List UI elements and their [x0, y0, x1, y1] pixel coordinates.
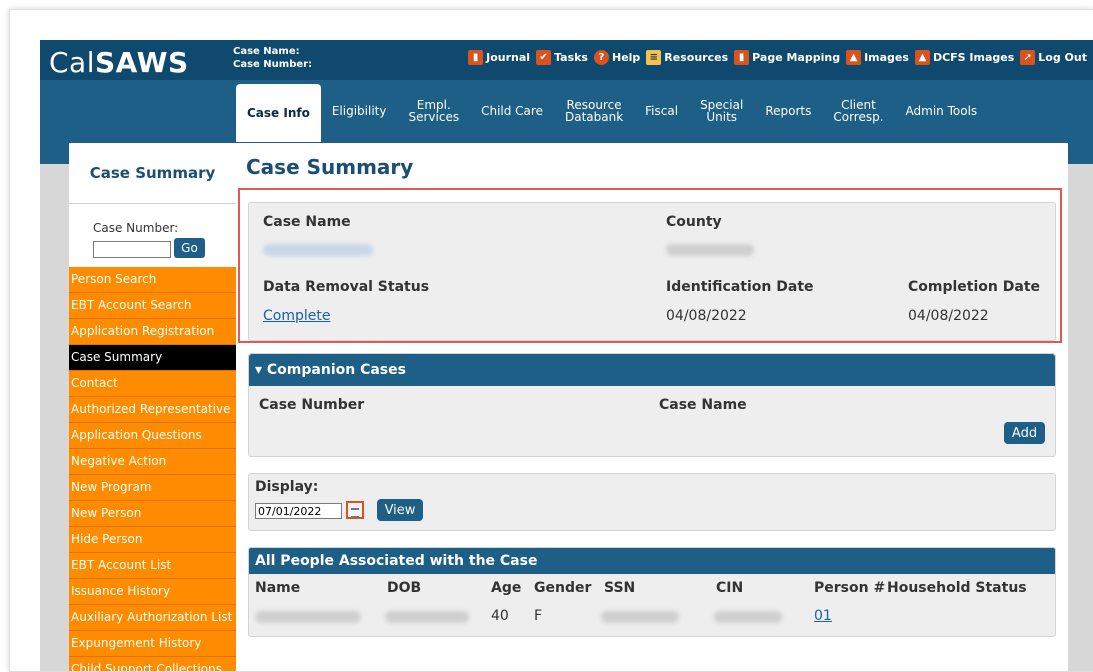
people-panel: All People Associated with the Case Name… — [248, 547, 1056, 637]
col-gender: Gender — [534, 580, 592, 596]
tab-resource-databank[interactable]: Resource Databank — [554, 80, 634, 142]
sidebar-item-person-search[interactable]: Person Search — [69, 267, 236, 293]
sidebar-item-case-summary[interactable]: Case Summary — [69, 345, 236, 371]
sidebar-item-new-person[interactable]: New Person — [69, 501, 236, 527]
sidebar-item-auxiliary-authorization-list[interactable]: Auxiliary Authorization List — [69, 605, 236, 631]
col-cin: CIN — [716, 580, 744, 596]
page-mapping-icon: ▮ — [734, 50, 750, 65]
resources-icon: ≡ — [646, 50, 662, 65]
person-age: 40 — [491, 608, 509, 624]
display-date-input[interactable]: 07/01/2022 — [255, 503, 342, 519]
sidebar-item-ebt-account-list[interactable]: EBT Account List — [69, 553, 236, 579]
sidebar-item-authorized-representative[interactable]: Authorized Representative — [69, 397, 236, 423]
person-dob-redacted — [385, 611, 469, 623]
companion-cases-header[interactable]: ▾ Companion Cases — [249, 354, 1055, 386]
col-household-status: Household Status — [887, 580, 1027, 596]
help-link[interactable]: ? Help — [593, 50, 640, 65]
col-person-number: Person # — [814, 580, 886, 596]
dcfs-images-link[interactable]: ▲ DCFS Images — [914, 50, 1014, 65]
display-label: Display: — [255, 479, 319, 495]
sidebar-item-expungement-history[interactable]: Expungement History — [69, 631, 236, 657]
person-number-link[interactable]: 01 — [814, 608, 832, 624]
case-name-label: Case Name: — [233, 46, 300, 57]
screenshot-frame: CalSAWS Case Name: Case Number: ▮ Journal… — [9, 9, 1093, 672]
main-content: Case Summary Case Name County Data Remov… — [236, 143, 1068, 671]
sidebar-item-ebt-account-search[interactable]: EBT Account Search — [69, 293, 236, 319]
col-dob: DOB — [387, 580, 422, 596]
top-bar: CalSAWS Case Name: Case Number: ▮ Journal… — [40, 40, 1093, 80]
left-panel: Case Summary Case Number: Go Person Sear… — [69, 143, 236, 671]
resources-link[interactable]: ≡ Resources — [646, 50, 728, 65]
calsaws-logo: CalSAWS — [49, 46, 189, 79]
case-meta: Case Name: Case Number: — [233, 45, 312, 71]
sidebar-item-hide-person[interactable]: Hide Person — [69, 527, 236, 553]
col-name: Name — [255, 580, 301, 596]
tasks-link[interactable]: ✔ Tasks — [536, 50, 588, 65]
add-button[interactable]: Add — [1004, 422, 1045, 444]
case-number-input[interactable] — [93, 241, 171, 258]
tab-admin-tools[interactable]: Admin Tools — [895, 80, 989, 142]
top-links: ▮ Journal ✔ Tasks ? Help ≡ Resources ▮ Page M… — [468, 50, 1087, 65]
page-title: Case Summary — [246, 155, 414, 179]
tab-reports[interactable]: Reports — [754, 80, 822, 142]
page-mapping-link[interactable]: ▮ Page Mapping — [734, 50, 840, 65]
tab-client-corresp[interactable]: Client Corresp. — [822, 80, 894, 142]
images-icon: ▲ — [846, 50, 862, 65]
sidebar-item-negative-action[interactable]: Negative Action — [69, 449, 236, 475]
sidebar-item-application-questions[interactable]: Application Questions — [69, 423, 236, 449]
sidebar-item-new-program[interactable]: New Program — [69, 475, 236, 501]
display-panel: Display: 07/01/2022 View — [248, 473, 1056, 531]
case-number-label: Case Number: — [233, 59, 313, 70]
people-header: All People Associated with the Case — [249, 548, 1055, 574]
go-button[interactable]: Go — [174, 238, 205, 258]
sidebar-item-application-registration[interactable]: Application Registration — [69, 319, 236, 345]
tab-case-info[interactable]: Case Info — [236, 84, 321, 142]
journal-icon: ▮ — [468, 50, 484, 65]
tab-eligibility[interactable]: Eligibility — [321, 80, 398, 142]
nav-tabs: Case Info Eligibility Empl. Services Chil… — [236, 80, 988, 142]
help-icon: ? — [593, 50, 609, 65]
journal-link[interactable]: ▮ Journal — [468, 50, 530, 65]
sidebar-item-issuance-history[interactable]: Issuance History — [69, 579, 236, 605]
tab-fiscal[interactable]: Fiscal — [634, 80, 689, 142]
log-out-icon: ➚ — [1020, 50, 1036, 65]
companion-case-name-col: Case Name — [659, 397, 747, 413]
col-ssn: SSN — [604, 580, 636, 596]
log-out-link[interactable]: ➚ Log Out — [1020, 50, 1087, 65]
person-cin-redacted — [714, 611, 782, 623]
companion-cases-panel: ▾ Companion Cases Case Number Case Name … — [248, 353, 1056, 457]
sidebar-title: Case Summary — [69, 143, 236, 204]
companion-case-number-col: Case Number — [259, 397, 365, 413]
tasks-icon: ✔ — [536, 50, 552, 65]
highlight-box — [238, 188, 1062, 343]
tab-child-care[interactable]: Child Care — [470, 80, 554, 142]
sidebar-item-contact[interactable]: Contact — [69, 371, 236, 397]
calendar-icon[interactable] — [346, 501, 364, 519]
calsaws-app: CalSAWS Case Name: Case Number: ▮ Journal… — [40, 40, 1093, 671]
dcfs-images-icon: ▲ — [914, 50, 930, 65]
col-age: Age — [491, 580, 522, 596]
case-number-search-label: Case Number: — [93, 221, 179, 235]
images-link[interactable]: ▲ Images — [846, 50, 909, 65]
view-button[interactable]: View — [377, 499, 423, 521]
tab-special-units[interactable]: Special Units — [689, 80, 754, 142]
sidebar-menu: Person Search EBT Account Search Applica… — [69, 267, 236, 671]
person-ssn-redacted — [601, 611, 679, 623]
person-gender: F — [534, 608, 543, 624]
person-name-redacted — [255, 611, 361, 623]
tab-empl-services[interactable]: Empl. Services — [397, 80, 470, 142]
